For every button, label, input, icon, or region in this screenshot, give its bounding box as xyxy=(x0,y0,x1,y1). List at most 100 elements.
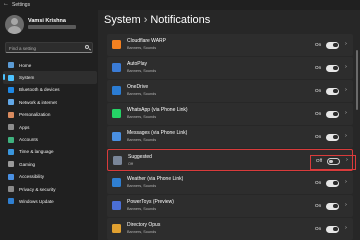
breadcrumb: System › Notifications xyxy=(104,14,210,26)
notification-toggle[interactable] xyxy=(326,133,339,141)
sidebar-item-label: Accessibility xyxy=(19,174,45,180)
notification-toggle[interactable] xyxy=(326,202,339,210)
notification-toggle[interactable] xyxy=(326,225,339,233)
user-name: Vamsi Krishna xyxy=(28,18,66,24)
notification-toggle[interactable] xyxy=(326,64,339,72)
home-icon xyxy=(8,62,14,69)
sidebar-item-windows-update[interactable]: Windows Update xyxy=(3,195,97,207)
app-notification-summary: Banners, Sounds xyxy=(127,114,157,119)
back-arrow-icon[interactable]: ← xyxy=(3,1,9,7)
chevron-right-icon[interactable]: › xyxy=(345,179,347,185)
sidebar-item-accounts[interactable]: Accounts xyxy=(3,133,97,145)
shield-icon xyxy=(8,186,14,193)
app-icon xyxy=(112,132,121,141)
app-name: PowerToys (Preview) xyxy=(127,199,174,205)
sidebar-item-network-internet[interactable]: Network & internet xyxy=(3,96,97,108)
user-profile[interactable]: Vamsi Krishna xyxy=(4,14,96,36)
app-notification-row[interactable]: Weather (via Phone Link) Banners, Sounds O… xyxy=(107,172,353,194)
sidebar-item-label: Bluetooth & devices xyxy=(19,87,60,93)
user-email-redacted xyxy=(28,25,76,29)
app-notification-row[interactable]: WhatsApp (via Phone Link) Banners, Sounds… xyxy=(107,103,353,125)
app-icon xyxy=(112,178,121,187)
page-title: Notifications xyxy=(150,14,211,26)
app-icon xyxy=(112,40,121,49)
app-notification-summary: Banners, Sounds xyxy=(127,91,157,96)
search-input[interactable] xyxy=(6,43,84,53)
sidebar-item-home[interactable]: Home xyxy=(3,59,97,71)
notification-toggle[interactable] xyxy=(326,87,339,95)
chevron-right-icon[interactable]: › xyxy=(345,110,347,116)
app-notification-row[interactable]: Messages (via Phone Link) Banners, Sounds… xyxy=(107,126,353,148)
network-icon xyxy=(8,99,14,106)
toggle-state-label: On xyxy=(315,226,322,231)
chevron-right-icon[interactable]: › xyxy=(345,202,347,208)
avatar-head xyxy=(11,18,18,25)
breadcrumb-parent[interactable]: System xyxy=(104,14,141,26)
sidebar-item-system[interactable]: System xyxy=(3,71,97,84)
chevron-right-icon[interactable]: › xyxy=(345,41,347,47)
app-icon xyxy=(112,201,121,210)
notification-toggle[interactable] xyxy=(326,179,339,187)
accounts-icon xyxy=(8,136,14,143)
sidebar-item-privacy-security[interactable]: Privacy & security xyxy=(3,183,97,195)
gaming-icon xyxy=(8,161,14,168)
search-icon[interactable] xyxy=(85,45,89,49)
app-icon xyxy=(112,86,121,95)
toggle-highlight-annotation xyxy=(310,155,356,170)
app-notification-row[interactable]: OneDrive Banners, Sounds On › xyxy=(107,80,353,102)
chevron-right-icon[interactable]: › xyxy=(345,64,347,70)
notification-toggle[interactable] xyxy=(326,41,339,49)
app-name: Weather (via Phone Link) xyxy=(127,176,184,182)
sidebar-item-time-language[interactable]: Time & language xyxy=(3,146,97,158)
app-notification-summary: Banners, Sounds xyxy=(127,183,157,188)
app-notification-summary: Banners, Sounds xyxy=(127,68,157,73)
sidebar-item-label: Windows Update xyxy=(19,198,54,204)
app-icon xyxy=(112,109,121,118)
window-title: Settings xyxy=(12,2,31,8)
scrollbar[interactable] xyxy=(356,50,358,110)
sidebar-item-label: Gaming xyxy=(19,161,36,167)
toggle-state-label: On xyxy=(315,134,322,139)
app-notification-summary: Banners, Sounds xyxy=(127,137,157,142)
sidebar-item-label: System xyxy=(19,75,35,81)
sidebar-item-label: Time & language xyxy=(19,149,54,155)
app-notification-summary: Off xyxy=(128,161,133,166)
sidebar-item-accessibility[interactable]: Accessibility xyxy=(3,171,97,183)
app-notification-row[interactable]: Directory Opus Banners, Sounds On › xyxy=(107,218,353,240)
accessibility-icon xyxy=(8,173,14,180)
app-notification-list: Cloudflare WARP Banners, Sounds On › AutoPla… xyxy=(107,34,353,240)
sidebar-item-personalization[interactable]: Personalization xyxy=(3,109,97,121)
notification-toggle[interactable] xyxy=(326,110,339,118)
app-notification-row[interactable]: AutoPlay Banners, Sounds On › xyxy=(107,57,353,79)
sidebar-item-label: Apps xyxy=(19,124,30,130)
bluetooth-icon xyxy=(8,86,14,93)
apps-icon xyxy=(8,124,14,131)
avatar xyxy=(5,15,24,34)
sidebar-item-label: Home xyxy=(19,62,32,68)
app-name: AutoPlay xyxy=(127,61,148,67)
sidebar-item-label: Privacy & security xyxy=(19,186,56,192)
app-name: Cloudflare WARP xyxy=(127,38,166,44)
sidebar-item-label: Personalization xyxy=(19,112,51,118)
search-box xyxy=(5,42,93,53)
chevron-right-icon[interactable]: › xyxy=(345,133,347,139)
toggle-state-label: On xyxy=(315,65,322,70)
sidebar-item-gaming[interactable]: Gaming xyxy=(3,158,97,170)
chevron-right-icon[interactable]: › xyxy=(345,87,347,93)
app-notification-row[interactable]: PowerToys (Preview) Banners, Sounds On › xyxy=(107,195,353,217)
toggle-state-label: On xyxy=(315,42,322,47)
app-name: Directory Opus xyxy=(127,222,161,228)
avatar-body xyxy=(8,26,21,34)
brush-icon xyxy=(8,111,14,118)
app-name: OneDrive xyxy=(127,84,149,90)
app-notification-row[interactable]: Cloudflare WARP Banners, Sounds On › xyxy=(107,34,353,56)
monitor-icon xyxy=(8,74,14,81)
sidebar-item-label: Network & internet xyxy=(19,99,57,105)
sidebar-item-apps[interactable]: Apps xyxy=(3,121,97,133)
title-bar: ← Settings xyxy=(0,0,360,10)
chevron-right-icon[interactable]: › xyxy=(345,225,347,231)
toggle-state-label: On xyxy=(315,111,322,116)
app-name: WhatsApp (via Phone Link) xyxy=(127,107,188,113)
main-content: System › Notifications Cloudflare WARP Bann… xyxy=(98,10,360,240)
sidebar-item-bluetooth-devices[interactable]: Bluetooth & devices xyxy=(3,84,97,96)
